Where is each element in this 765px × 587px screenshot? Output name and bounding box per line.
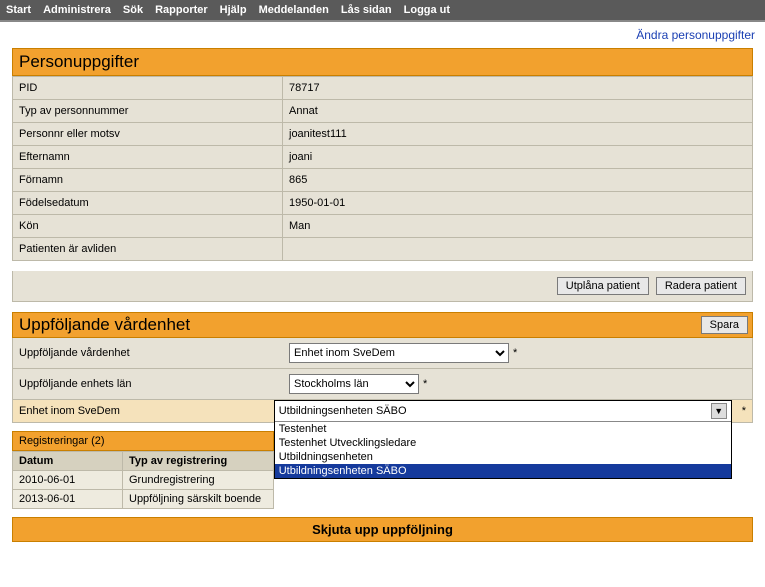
enhet-selected-text: Utbildningsenheten SÄBO <box>279 405 407 417</box>
table-row[interactable]: 2010-06-01 Grundregistrering <box>13 471 274 490</box>
followup-row-vardenhet: Uppföljande vårdenhet Enhet inom SveDem … <box>12 338 753 369</box>
reg-type: Uppföljning särskilt boende <box>123 490 274 509</box>
skjuta-upp-button[interactable]: Skjuta upp uppföljning <box>12 517 753 542</box>
registrations-header: Registreringar (2) <box>12 431 274 451</box>
field-value: 1950-01-01 <box>283 192 753 215</box>
nav-hjalp[interactable]: Hjälp <box>220 4 247 16</box>
registrations-table: Datum Typ av registrering 2010-06-01 Gru… <box>12 451 274 509</box>
field-label: Uppföljande enhets län <box>13 373 283 395</box>
table-row: Födelsedatum1950-01-01 <box>13 192 753 215</box>
nav-las-sidan[interactable]: Lås sidan <box>341 4 392 16</box>
enhet-option[interactable]: Testenhet Utvecklingsledare <box>275 436 731 450</box>
lan-select[interactable]: Stockholms län <box>289 374 419 394</box>
field-value: Man <box>283 215 753 238</box>
field-label: Personnr eller motsv <box>13 123 283 146</box>
required-marker: * <box>513 347 517 359</box>
field-value: 865 <box>283 169 753 192</box>
chevron-down-icon[interactable]: ▼ <box>711 403 727 419</box>
utplana-patient-button[interactable]: Utplåna patient <box>557 277 649 295</box>
table-row[interactable]: 2013-06-01 Uppföljning särskilt boende <box>13 490 274 509</box>
table-row: Typ av personnummerAnnat <box>13 100 753 123</box>
field-label: Efternamn <box>13 146 283 169</box>
person-info-table: PID78717 Typ av personnummerAnnat Person… <box>12 76 753 261</box>
top-navigation: Start Administrera Sök Rapporter Hjälp M… <box>0 0 765 22</box>
field-label: Födelsedatum <box>13 192 283 215</box>
field-label: Typ av personnummer <box>13 100 283 123</box>
field-label: Enhet inom SveDem <box>13 400 274 422</box>
field-label: Kön <box>13 215 283 238</box>
enhet-option[interactable]: Testenhet <box>275 422 731 436</box>
table-row: PID78717 <box>13 77 753 100</box>
field-label: Förnamn <box>13 169 283 192</box>
followup-row-enhet: Enhet inom SveDem Utbildningsenheten SÄB… <box>12 400 753 423</box>
nav-sok[interactable]: Sök <box>123 4 143 16</box>
enhet-options-list: Testenhet Testenhet Utvecklingsledare Ut… <box>275 422 731 478</box>
table-row: Patienten är avliden <box>13 238 753 261</box>
reg-type: Grundregistrering <box>123 471 274 490</box>
reg-date: 2010-06-01 <box>13 471 123 490</box>
nav-logga-ut[interactable]: Logga ut <box>404 4 450 16</box>
field-label: Uppföljande vårdenhet <box>13 342 283 364</box>
enhet-option-selected[interactable]: Utbildningsenheten SÄBO <box>275 464 731 478</box>
nav-start[interactable]: Start <box>6 4 31 16</box>
enhet-select-open[interactable]: Utbildningsenheten SÄBO ▼ Testenhet Test… <box>274 400 732 479</box>
col-date[interactable]: Datum <box>13 452 123 471</box>
nav-administrera[interactable]: Administrera <box>43 4 111 16</box>
nav-rapporter[interactable]: Rapporter <box>155 4 208 16</box>
radera-patient-button[interactable]: Radera patient <box>656 277 746 295</box>
field-value <box>283 238 753 261</box>
person-section-header: Personuppgifter <box>12 48 753 76</box>
field-value: Annat <box>283 100 753 123</box>
person-action-bar: Utplåna patient Radera patient <box>12 271 753 302</box>
field-label: PID <box>13 77 283 100</box>
required-marker: * <box>742 405 746 417</box>
table-row: Efternamnjoani <box>13 146 753 169</box>
reg-date: 2013-06-01 <box>13 490 123 509</box>
link-bar: Ändra personuppgifter <box>0 22 765 48</box>
nav-meddelanden[interactable]: Meddelanden <box>259 4 329 16</box>
followup-section-header: Uppföljande vårdenhet Spara <box>12 312 753 338</box>
enhet-selected[interactable]: Utbildningsenheten SÄBO ▼ <box>275 401 731 422</box>
field-label: Patienten är avliden <box>13 238 283 261</box>
edit-person-link[interactable]: Ändra personuppgifter <box>636 28 755 42</box>
required-marker: * <box>423 378 427 390</box>
field-value: joanitest111 <box>283 123 753 146</box>
followup-row-lan: Uppföljande enhets län Stockholms län * <box>12 369 753 400</box>
col-type[interactable]: Typ av registrering <box>123 452 274 471</box>
vardenhet-select[interactable]: Enhet inom SveDem <box>289 343 509 363</box>
followup-title: Uppföljande vårdenhet <box>19 315 190 335</box>
field-value: 78717 <box>283 77 753 100</box>
table-row: KönMan <box>13 215 753 238</box>
table-row: Förnamn865 <box>13 169 753 192</box>
table-row: Personnr eller motsvjoanitest111 <box>13 123 753 146</box>
spara-button[interactable]: Spara <box>701 316 748 334</box>
enhet-option[interactable]: Utbildningsenheten <box>275 450 731 464</box>
field-value: joani <box>283 146 753 169</box>
